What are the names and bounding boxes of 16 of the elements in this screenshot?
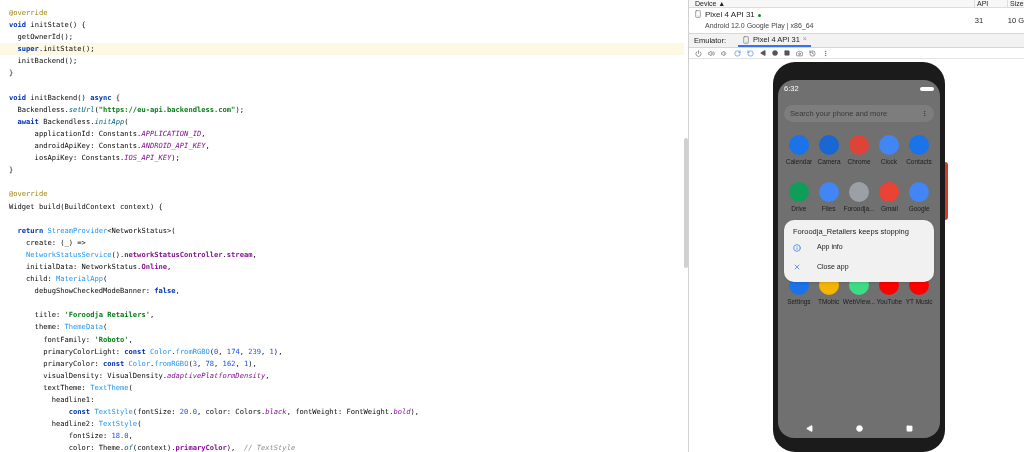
power-icon[interactable] xyxy=(695,49,702,57)
volume-down-icon[interactable] xyxy=(721,49,728,57)
overview-icon[interactable] xyxy=(784,50,790,57)
volume-up-icon[interactable] xyxy=(708,49,715,57)
back-icon[interactable] xyxy=(760,50,766,57)
close-icon xyxy=(793,263,801,271)
scrollbar[interactable] xyxy=(684,138,688,268)
device-icon xyxy=(742,35,751,44)
info-icon xyxy=(793,243,801,252)
home-icon[interactable] xyxy=(772,50,778,57)
device-name: Pixel 4 API 31 xyxy=(705,9,755,22)
rotate-right-icon[interactable] xyxy=(734,49,741,57)
rotate-left-icon[interactable] xyxy=(747,49,754,57)
device-icon xyxy=(694,10,702,19)
camera-icon[interactable] xyxy=(796,49,803,57)
snapshot-icon[interactable] xyxy=(809,49,816,57)
